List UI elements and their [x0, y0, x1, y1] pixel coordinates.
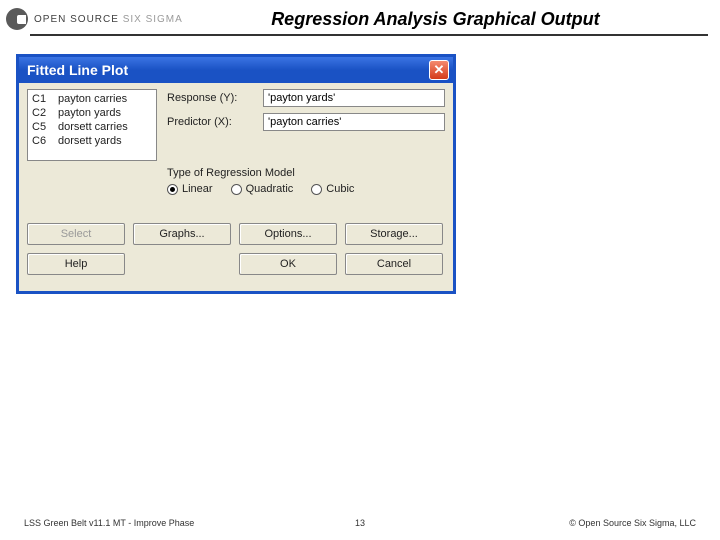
- dialog-body: C1 payton carries C2 payton yards C5 dor…: [19, 83, 453, 291]
- button-rows: Select Graphs... Options... Storage... H…: [27, 223, 445, 275]
- list-item[interactable]: C6 dorsett yards: [32, 134, 152, 148]
- radio-icon: [231, 184, 242, 195]
- options-button[interactable]: Options...: [239, 223, 337, 245]
- predictor-input[interactable]: [263, 113, 445, 131]
- predictor-label: Predictor (X):: [167, 116, 257, 128]
- graphs-button[interactable]: Graphs...: [133, 223, 231, 245]
- radio-cubic[interactable]: Cubic: [311, 183, 354, 195]
- storage-button[interactable]: Storage...: [345, 223, 443, 245]
- column-listbox[interactable]: C1 payton carries C2 payton yards C5 dor…: [27, 89, 157, 161]
- footer-left: LSS Green Belt v11.1 MT - Improve Phase: [24, 518, 194, 528]
- logo-text-part1: OPEN SOURCE: [34, 14, 119, 25]
- footer-right: © Open Source Six Sigma, LLC: [569, 518, 696, 528]
- select-button: Select: [27, 223, 125, 245]
- cancel-button[interactable]: Cancel: [345, 253, 443, 275]
- page-number: 13: [355, 518, 365, 528]
- help-button[interactable]: Help: [27, 253, 125, 275]
- logo-icon: [6, 8, 28, 30]
- dialog-titlebar[interactable]: Fitted Line Plot ✕: [19, 57, 453, 83]
- brand-logo: OPEN SOURCE SIX SIGMA: [6, 8, 183, 30]
- dialog-title: Fitted Line Plot: [27, 62, 128, 78]
- model-type-label: Type of Regression Model: [167, 167, 445, 179]
- radio-linear[interactable]: Linear: [167, 183, 213, 195]
- list-item[interactable]: C1 payton carries: [32, 92, 152, 106]
- close-button[interactable]: ✕: [429, 60, 449, 80]
- logo-text: OPEN SOURCE SIX SIGMA: [34, 14, 183, 25]
- radio-quadratic[interactable]: Quadratic: [231, 183, 294, 195]
- radio-icon: [311, 184, 322, 195]
- list-item[interactable]: C5 dorsett carries: [32, 120, 152, 134]
- fitted-line-plot-dialog: Fitted Line Plot ✕ C1 payton carries C2 …: [16, 54, 456, 294]
- ok-button[interactable]: OK: [239, 253, 337, 275]
- page-title: Regression Analysis Graphical Output: [183, 9, 708, 30]
- header-divider: [30, 34, 708, 36]
- close-icon: ✕: [434, 62, 445, 78]
- slide-footer: LSS Green Belt v11.1 MT - Improve Phase …: [0, 518, 720, 528]
- radio-icon: [167, 184, 178, 195]
- slide-header: OPEN SOURCE SIX SIGMA Regression Analysi…: [0, 0, 720, 30]
- list-item[interactable]: C2 payton yards: [32, 106, 152, 120]
- response-input[interactable]: [263, 89, 445, 107]
- field-group: Response (Y): Predictor (X):: [167, 89, 445, 161]
- response-label: Response (Y):: [167, 92, 257, 104]
- logo-text-part2: SIX SIGMA: [123, 14, 183, 25]
- regression-model-group: Type of Regression Model Linear Quadrati…: [167, 167, 445, 195]
